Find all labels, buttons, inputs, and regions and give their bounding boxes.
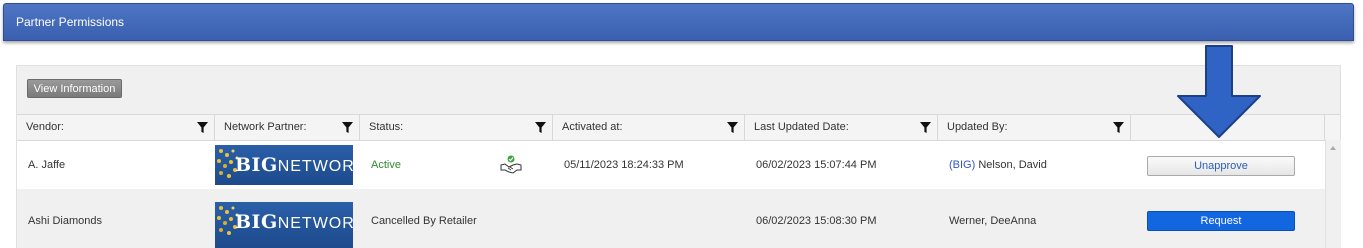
column-header-vendor[interactable]: Vendor: [17,115,215,140]
big-network-logo: BIGNETWORK [215,202,353,248]
updated-by-cell: Werner, DeeAnna [938,197,1131,245]
column-label: Updated By: [947,121,1008,133]
status-text: Active [371,159,401,171]
filter-icon[interactable] [920,122,931,133]
last-updated-cell: 06/02/2023 15:07:44 PM [756,159,877,171]
handshake-check-icon [500,155,522,174]
updated-by-name: Werner, DeeAnna [949,215,1037,227]
column-label: Network Partner: [224,121,307,133]
table-row: Ashi Diamonds BIGNETWORK Cancelled By Re… [17,197,1325,248]
column-header-updated-by[interactable]: Updated By: [938,115,1131,140]
grid-header: Vendor: Network Partner: Status: Activat… [17,114,1340,141]
panel-title: Partner Permissions [16,15,125,29]
big-network-logo: BIGNETWORK [215,145,353,185]
permissions-grid: View Information Vendor: Network Partner… [16,65,1341,248]
filter-icon[interactable] [342,122,353,133]
column-header-last-updated-date[interactable]: Last Updated Date: [745,115,938,140]
scroll-up-arrow-icon[interactable] [1330,146,1336,150]
logo-big: BIG [235,211,278,233]
status-cell: Active [360,141,553,189]
column-header-activated-at[interactable]: Activated at: [553,115,745,140]
logo-big: BIG [235,154,278,176]
activated-at-cell [553,197,745,245]
filter-icon[interactable] [535,122,546,133]
request-button[interactable]: Request [1147,211,1295,231]
column-header-network-partner[interactable]: Network Partner: [215,115,360,140]
updated-by-name: Nelson, David [975,159,1047,171]
vendor-cell: A. Jaffe [28,159,66,171]
column-label: Status: [369,121,404,133]
logo-text: BIGNETWORK [235,154,353,176]
column-header-status[interactable]: Status: [360,115,553,140]
updated-by-cell: (BIG) Nelson, David [938,141,1131,189]
column-label: Last Updated Date: [754,121,849,133]
logo-network: NETWORK [277,158,353,175]
view-information-button[interactable]: View Information [27,79,122,98]
unapprove-button[interactable]: Unapprove [1147,156,1295,176]
filter-icon[interactable] [197,122,208,133]
logo-text: BIGNETWORK [235,211,353,233]
table-row: A. Jaffe BIGNETWORK Active 05/11/2023 18… [17,141,1325,189]
status-cell: Cancelled By Retailer [371,215,477,227]
filter-icon[interactable] [1113,122,1124,133]
panel-header: Partner Permissions [3,3,1354,41]
last-updated-cell: 06/02/2023 15:08:30 PM [756,215,877,227]
filter-icon[interactable] [727,122,738,133]
activated-at-cell: 05/11/2023 18:24:33 PM [564,159,684,171]
logo-network: NETWORK [277,215,353,232]
down-arrow-annotation-icon [1177,45,1261,138]
column-label: Activated at: [562,121,623,133]
vendor-cell: Ashi Diamonds [28,215,102,227]
updated-by-prefix: (BIG) [949,159,976,171]
column-label: Vendor: [26,121,64,133]
vertical-scrollbar[interactable] [1325,140,1341,248]
